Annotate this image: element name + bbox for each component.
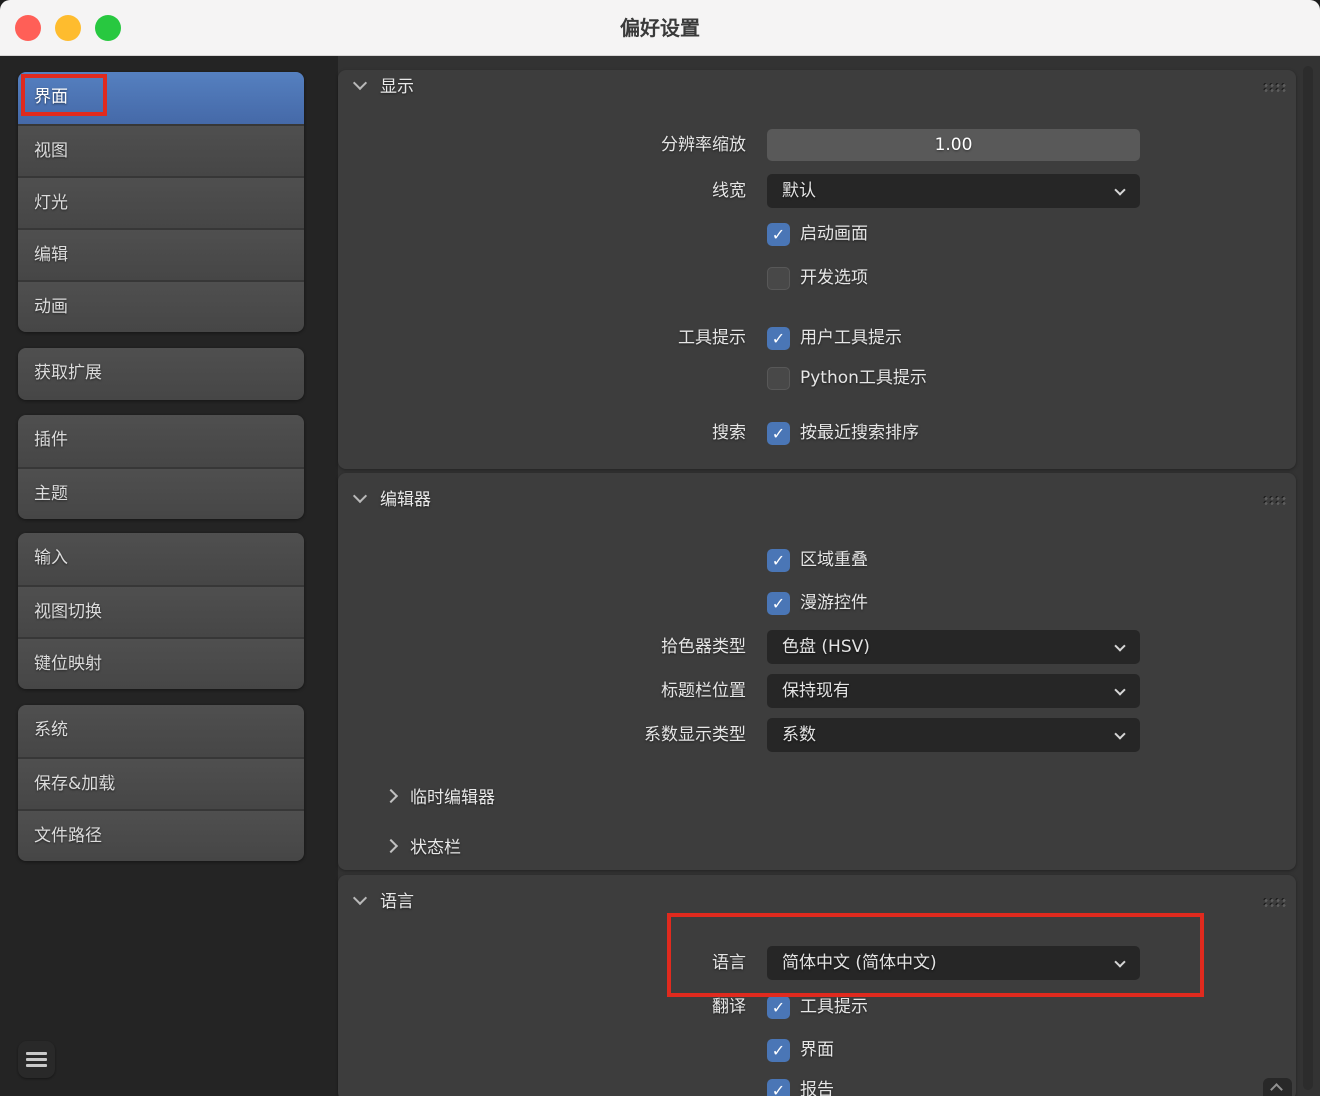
checkbox-label[interactable]: 工具提示 bbox=[800, 996, 868, 1019]
navigation-controls-checkbox[interactable]: ✓ bbox=[767, 592, 790, 615]
sidebar-group-system: 系统 保存&加载 文件路径 bbox=[18, 705, 304, 861]
checkbox-label[interactable]: Python工具提示 bbox=[800, 367, 927, 390]
checkbox-label[interactable]: 漫游控件 bbox=[800, 592, 868, 615]
checkbox-label[interactable]: 启动画面 bbox=[800, 223, 868, 246]
field-label: 线宽 bbox=[338, 174, 746, 208]
splash-screen-checkbox[interactable]: ✓ bbox=[767, 223, 790, 246]
panel-title: 编辑器 bbox=[380, 487, 431, 513]
sidebar-group-addons: 插件 主题 bbox=[18, 415, 304, 519]
grip-icon bbox=[1262, 897, 1286, 907]
sidebar-item-addons[interactable]: 插件 bbox=[18, 415, 304, 467]
scroll-up-button[interactable] bbox=[1263, 1078, 1292, 1096]
titlebar: 偏好设置 bbox=[0, 0, 1320, 56]
chevron-down-icon bbox=[1114, 684, 1125, 695]
dropdown-value: 系数 bbox=[782, 725, 816, 745]
temp-editors-subpanel[interactable]: 临时编辑器 bbox=[338, 785, 1296, 811]
chevron-down-icon bbox=[353, 891, 367, 905]
region-overlap-checkbox[interactable]: ✓ bbox=[767, 549, 790, 572]
chevron-down-icon bbox=[1114, 184, 1125, 195]
sidebar-item-editing[interactable]: 编辑 bbox=[18, 228, 304, 280]
grip-icon bbox=[1262, 495, 1286, 505]
sidebar-item-lights[interactable]: 灯光 bbox=[18, 176, 304, 228]
panel-editors: 编辑器 ✓ 区域重叠 ✓ 漫游控件 拾色器类型 bbox=[338, 473, 1296, 870]
panel-title: 显示 bbox=[380, 74, 414, 100]
check-icon: ✓ bbox=[767, 327, 790, 350]
dropdown-value: 保持现有 bbox=[782, 681, 850, 701]
chevron-down-icon bbox=[353, 489, 367, 503]
resolution-scale-field[interactable]: 1.00 bbox=[767, 129, 1140, 161]
field-label: 翻译 bbox=[338, 996, 746, 1019]
check-icon: ✓ bbox=[767, 549, 790, 572]
sidebar-group-extensions: 获取扩展 bbox=[18, 348, 304, 400]
chevron-down-icon bbox=[1114, 640, 1125, 651]
sidebar-item-file-paths[interactable]: 文件路径 bbox=[18, 809, 304, 861]
grip-icon bbox=[1262, 82, 1286, 92]
field-label: 分辨率缩放 bbox=[338, 129, 746, 161]
annotation-box-interface bbox=[21, 74, 107, 116]
checkbox-label[interactable]: 用户工具提示 bbox=[800, 327, 902, 350]
field-label: 拾色器类型 bbox=[338, 630, 746, 664]
sidebar-item-get-extensions[interactable]: 获取扩展 bbox=[18, 348, 304, 400]
subpanel-title: 临时编辑器 bbox=[410, 785, 495, 811]
chevron-down-icon bbox=[1114, 728, 1125, 739]
dropdown-value: 默认 bbox=[782, 181, 816, 201]
header-position-dropdown[interactable]: 保持现有 bbox=[767, 674, 1140, 708]
developer-options-checkbox[interactable] bbox=[767, 267, 790, 290]
checkbox-label[interactable]: 开发选项 bbox=[800, 267, 868, 290]
sidebar-item-save-load[interactable]: 保存&加载 bbox=[18, 757, 304, 809]
panel-editors-header[interactable]: 编辑器 bbox=[338, 487, 1296, 513]
check-icon: ✓ bbox=[767, 422, 790, 445]
field-label: 系数显示类型 bbox=[338, 718, 746, 752]
chevron-up-icon bbox=[1270, 1083, 1283, 1096]
translate-tooltips-checkbox[interactable]: ✓ bbox=[767, 996, 790, 1019]
panel-language-header[interactable]: 语言 bbox=[338, 889, 1296, 915]
annotation-box-language bbox=[667, 913, 1204, 997]
sidebar-item-system[interactable]: 系统 bbox=[18, 705, 304, 757]
sidebar-item-keymap[interactable]: 键位映射 bbox=[18, 637, 304, 689]
subpanel-title: 状态栏 bbox=[410, 835, 461, 861]
panel-title: 语言 bbox=[380, 889, 414, 915]
chevron-down-icon bbox=[353, 76, 367, 90]
scrollbar[interactable] bbox=[1303, 66, 1313, 1090]
translate-reports-checkbox[interactable]: ✓ bbox=[767, 1079, 790, 1096]
user-tooltips-checkbox[interactable]: ✓ bbox=[767, 327, 790, 350]
check-icon: ✓ bbox=[767, 1039, 790, 1062]
field-label: 工具提示 bbox=[338, 327, 746, 350]
translate-interface-checkbox[interactable]: ✓ bbox=[767, 1039, 790, 1062]
python-tooltips-checkbox[interactable] bbox=[767, 367, 790, 390]
checkbox-label[interactable]: 按最近搜索排序 bbox=[800, 422, 919, 445]
checkbox-label[interactable]: 界面 bbox=[800, 1039, 834, 1062]
sidebar-item-animation[interactable]: 动画 bbox=[18, 280, 304, 332]
hamburger-icon bbox=[26, 1052, 47, 1055]
chevron-right-icon bbox=[384, 839, 398, 853]
chevron-right-icon bbox=[384, 789, 398, 803]
sidebar-item-navigation[interactable]: 视图切换 bbox=[18, 585, 304, 637]
checkbox-label[interactable]: 报告 bbox=[800, 1079, 834, 1096]
factor-display-type-dropdown[interactable]: 系数 bbox=[767, 718, 1140, 752]
field-label: 标题栏位置 bbox=[338, 674, 746, 708]
sort-recent-search-checkbox[interactable]: ✓ bbox=[767, 422, 790, 445]
sidebar-item-input[interactable]: 输入 bbox=[18, 533, 304, 585]
check-icon: ✓ bbox=[767, 1079, 790, 1096]
checkbox-label[interactable]: 区域重叠 bbox=[800, 549, 868, 572]
sidebar: 界面 视图 灯光 编辑 动画 获取扩展 插件 主题 输入 视图切换 键位映射 系… bbox=[0, 56, 338, 1096]
field-label: 搜索 bbox=[338, 422, 746, 445]
window-title: 偏好设置 bbox=[0, 0, 1320, 56]
sidebar-group-input: 输入 视图切换 键位映射 bbox=[18, 533, 304, 689]
menu-button[interactable] bbox=[18, 1041, 55, 1078]
sidebar-item-themes[interactable]: 主题 bbox=[18, 467, 304, 519]
dropdown-value: 色盘 (HSV) bbox=[782, 637, 870, 657]
line-width-dropdown[interactable]: 默认 bbox=[767, 174, 1140, 208]
sidebar-item-viewport[interactable]: 视图 bbox=[18, 124, 304, 176]
status-bar-subpanel[interactable]: 状态栏 bbox=[338, 835, 1296, 861]
content-area: 界面 视图 灯光 编辑 动画 获取扩展 插件 主题 输入 视图切换 键位映射 系… bbox=[0, 56, 1320, 1096]
preferences-window: 偏好设置 界面 视图 灯光 编辑 动画 获取扩展 插件 主题 输入 视图切换 键… bbox=[0, 0, 1320, 1096]
color-picker-type-dropdown[interactable]: 色盘 (HSV) bbox=[767, 630, 1140, 664]
check-icon: ✓ bbox=[767, 592, 790, 615]
panel-display-header[interactable]: 显示 bbox=[338, 74, 1296, 100]
panel-display: 显示 分辨率缩放 1.00 线宽 默认 ✓ bbox=[338, 70, 1296, 469]
check-icon: ✓ bbox=[767, 996, 790, 1019]
check-icon: ✓ bbox=[767, 223, 790, 246]
